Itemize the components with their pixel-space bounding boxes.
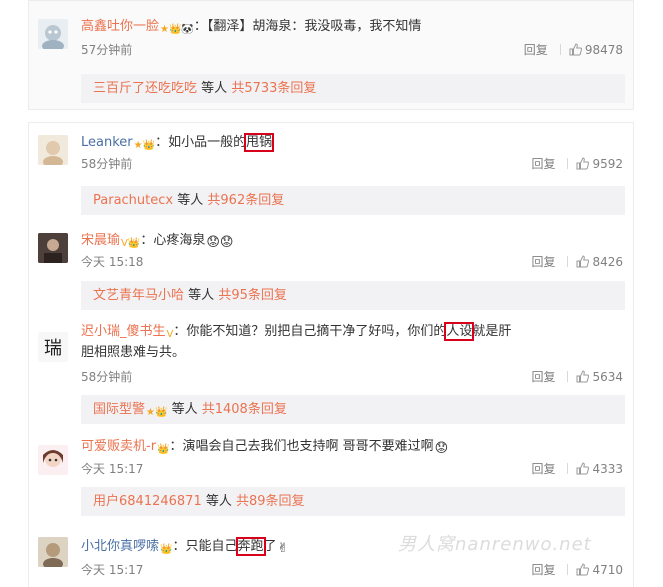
- avatar[interactable]: [38, 19, 68, 49]
- sub-reply-count-link[interactable]: 共95条回复: [218, 288, 287, 303]
- sub-replies-bar[interactable]: 国际型警★👑 等人 共1408条回复: [81, 395, 625, 424]
- sub-replies-bar[interactable]: 用户6841246871 等人 共89条回复: [81, 487, 625, 516]
- comment-actions: 回复 98478: [524, 41, 623, 58]
- sub-reply-count-link[interactable]: 共5733条回复: [231, 81, 316, 96]
- sub-replies-bar[interactable]: 三百斤了还吃吃吃 等人 共5733条回复: [81, 74, 625, 103]
- user-badges-icon: 👑: [160, 544, 173, 555]
- username[interactable]: 小北你真啰嗦: [81, 539, 159, 554]
- sub-reply-count-link[interactable]: 共1408条回复: [202, 402, 287, 417]
- sad-face-emoji-icon: 😟: [434, 441, 449, 456]
- user-badges-icon: ★👑: [146, 407, 168, 418]
- comment-time: 57分钟前: [81, 43, 133, 57]
- username[interactable]: Leanker: [81, 135, 133, 150]
- avatar[interactable]: [38, 537, 68, 567]
- reply-button[interactable]: 回复: [524, 43, 548, 57]
- comment-time: 今天 15:18: [81, 255, 144, 269]
- thumbs-up-icon[interactable]: [576, 462, 590, 475]
- comment-actions: 回复 5634: [531, 368, 623, 385]
- sub-replies-bar[interactable]: 文艺青年马小哈 等人 共95条回复: [81, 281, 625, 310]
- thumbs-up-icon[interactable]: [576, 255, 590, 268]
- thumbs-up-icon[interactable]: [576, 157, 590, 170]
- svg-text:瑞: 瑞: [44, 338, 62, 359]
- comment-time: 58分钟前: [81, 370, 133, 384]
- like-count: 8426: [592, 255, 623, 269]
- comment-text: 心疼海泉: [153, 233, 206, 248]
- sub-replies-bar[interactable]: Parachutecx 等人 共962条回复: [81, 186, 625, 215]
- comment-text: 只能自己: [185, 539, 238, 554]
- thumbs-up-icon[interactable]: [569, 43, 582, 56]
- watermark-text: 男人窝nanrenwo.net: [398, 534, 592, 555]
- reply-button[interactable]: 回复: [531, 462, 555, 476]
- comment-card: Leanker★👑：如小品一般的甩锅 58分钟前 回复 9592 Parachut…: [28, 122, 634, 587]
- comment-text-line2: 胆相照患难与共。: [81, 345, 186, 360]
- username[interactable]: 高鑫吐你一脸: [81, 19, 159, 34]
- like-count: 4333: [592, 462, 623, 476]
- like-count: 5634: [592, 370, 623, 384]
- sad-face-emoji-icon: 😟😟: [206, 235, 234, 250]
- highlighted-text: 人设: [444, 322, 475, 341]
- reply-button[interactable]: 回复: [531, 157, 555, 171]
- avatar[interactable]: [38, 135, 68, 165]
- sub-reply-count-link[interactable]: 共962条回复: [207, 193, 284, 208]
- highlighted-text: 甩锅: [244, 133, 275, 152]
- sub-reply-user[interactable]: 国际型警: [93, 402, 145, 417]
- username[interactable]: 可爱贩卖机-r: [81, 439, 156, 454]
- comment-actions: 回复 9592: [531, 155, 623, 172]
- comment-text: 你能不知道？别把自己摘干净了好吗，你们的: [186, 324, 447, 339]
- victory-hand-emoji-icon: ✌: [277, 541, 289, 556]
- user-badges-icon: 👑: [157, 444, 170, 455]
- user-badges-icon: ★👑🐼: [160, 24, 194, 35]
- comment-text: 【翻泽】胡海泉：我没吸毒，我不知情: [206, 19, 422, 34]
- comment-card: 高鑫吐你一脸★👑🐼：【翻泽】胡海泉：我没吸毒，我不知情 57分钟前 回复 9847…: [28, 0, 634, 110]
- comment-text: 演唱会自己去我们也支持啊 哥哥不要难过啊: [182, 439, 434, 454]
- sub-reply-user[interactable]: 三百斤了还吃吃吃: [93, 81, 197, 96]
- sub-reply-user[interactable]: Parachutecx: [93, 193, 173, 208]
- reply-button[interactable]: 回复: [531, 370, 555, 384]
- comment-text: 如小品一般的: [168, 135, 247, 150]
- comment-time: 今天 15:17: [81, 563, 144, 577]
- thumbs-up-icon[interactable]: [576, 370, 590, 383]
- comment-actions: 回复 4333: [531, 460, 623, 477]
- like-count: 4710: [592, 563, 623, 577]
- like-count: 98478: [584, 43, 623, 57]
- avatar[interactable]: [38, 445, 68, 475]
- comment-actions: 回复 8426: [531, 253, 623, 270]
- like-count: 9592: [592, 157, 623, 171]
- thumbs-up-icon[interactable]: [576, 563, 590, 576]
- comment-actions: 回复 4710: [531, 561, 623, 578]
- sub-reply-user[interactable]: 文艺青年马小哈: [93, 288, 184, 303]
- comment-time: 今天 15:17: [81, 462, 144, 476]
- username[interactable]: 宋晨瑜: [81, 233, 120, 248]
- sub-reply-user[interactable]: 用户6841246871: [93, 494, 202, 509]
- user-badges-icon: V👑: [121, 238, 141, 249]
- sub-reply-count-link[interactable]: 共89条回复: [236, 494, 305, 509]
- reply-button[interactable]: 回复: [531, 563, 555, 577]
- username[interactable]: 迟小瑞_傻书生: [81, 324, 166, 339]
- reply-button[interactable]: 回复: [531, 255, 555, 269]
- comment-time: 58分钟前: [81, 157, 133, 171]
- user-badges-icon: ★👑: [133, 140, 156, 151]
- highlighted-text: 奔跑: [235, 537, 266, 556]
- avatar[interactable]: 瑞: [38, 332, 68, 362]
- avatar[interactable]: [38, 233, 68, 263]
